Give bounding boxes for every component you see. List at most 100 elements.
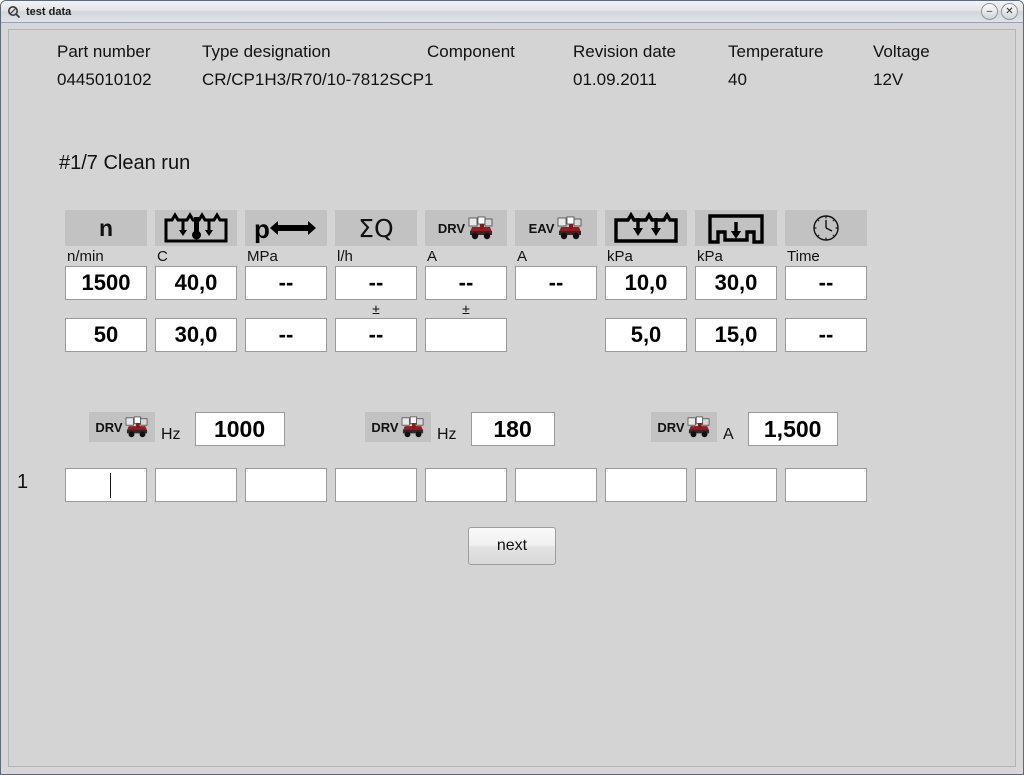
parameter-value-field[interactable]: 180 — [470, 412, 555, 446]
sum-flow-icon: ΣQ — [335, 210, 417, 246]
value-field[interactable]: 1500 — [65, 266, 147, 300]
value-field[interactable]: 30,0 — [155, 318, 237, 352]
value-field-empty — [515, 318, 597, 352]
setpoint-row-1: 1500 40,0 -- -- ± -- ± -- 10,0 30,0 -- — [65, 266, 875, 318]
value-field[interactable]: -- — [515, 266, 597, 300]
value-field[interactable]: -- — [785, 318, 867, 352]
value-field[interactable]: 5,0 — [605, 318, 687, 352]
rail-pressure-icon: p — [245, 210, 327, 246]
app-icon — [7, 5, 21, 19]
entry-row — [65, 468, 875, 502]
value-field[interactable] — [425, 318, 507, 352]
column-temperature: C — [155, 210, 237, 266]
parameter-drv-current: DRV A 1,500 — [651, 412, 838, 446]
tolerance-label — [515, 300, 597, 318]
drv-current-icon: DRV — [425, 210, 507, 246]
entry-input-6[interactable] — [515, 468, 597, 502]
column-header-row: n n/min C p MPa ΣQ l/h DRV A EAV A kPa k… — [65, 210, 875, 266]
parameter-unit-label: Hz — [437, 426, 457, 443]
column-unit-label: MPa — [247, 248, 278, 265]
tolerance-label — [605, 300, 687, 318]
tolerance-label — [245, 300, 327, 318]
inlet-pressure-icon — [605, 210, 687, 246]
column-unit-label: C — [157, 248, 168, 265]
value-field[interactable]: -- — [335, 318, 417, 352]
parameter-unit-label: Hz — [161, 426, 181, 443]
column-unit-label: kPa — [697, 248, 723, 265]
tolerance-label — [785, 300, 867, 318]
column-speed: n n/min — [65, 210, 147, 266]
value-field[interactable]: 50 — [65, 318, 147, 352]
meta-component: Component — [427, 42, 515, 61]
test-data-window: test data – ✕ Part number 0445010102 Typ… — [0, 0, 1024, 775]
column-unit-label: A — [517, 248, 528, 265]
value-field[interactable]: 10,0 — [605, 266, 687, 300]
column-unit-label: l/h — [337, 248, 353, 265]
client-area: Part number 0445010102 Type designation … — [8, 29, 1016, 767]
text-caret — [110, 473, 111, 498]
measurement-grid: n n/min C p MPa ΣQ l/h DRV A EAV A kPa k… — [65, 210, 875, 352]
close-button[interactable]: ✕ — [1001, 3, 1018, 20]
next-button[interactable]: next — [468, 527, 556, 565]
meta-revision-date: Revision date 01.09.2011 — [573, 42, 677, 89]
column-inlet-pressure: kPa — [605, 210, 687, 266]
tolerance-label: ± — [372, 301, 380, 317]
setpoint-row-2: 50 30,0 -- -- 5,0 15,0 -- — [65, 318, 875, 352]
column-unit-label: Time — [787, 248, 820, 265]
column-total-flow: ΣQ l/h — [335, 210, 417, 266]
parameter-value-field[interactable]: 1000 — [194, 412, 285, 446]
parameter-drv-frequency-1: DRV Hz 1000 — [89, 412, 285, 446]
return-pressure-icon — [695, 210, 777, 246]
value-field[interactable]: -- — [245, 266, 327, 300]
tolerance-label — [155, 300, 237, 318]
column-unit-label: A — [427, 248, 438, 265]
entry-input-3[interactable] — [245, 468, 327, 502]
entry-input-8[interactable] — [695, 468, 777, 502]
column-time: Time — [785, 210, 867, 266]
column-drv-current: DRV A — [425, 210, 507, 266]
window-title: test data — [26, 5, 72, 18]
column-rail-pressure: p MPa — [245, 210, 327, 266]
column-return-pressure: kPa — [695, 210, 777, 266]
tolerance-label — [695, 300, 777, 318]
value-field[interactable]: 30,0 — [695, 266, 777, 300]
eav-current-icon: EAV — [515, 210, 597, 246]
meta-voltage: Voltage 12V — [873, 42, 930, 89]
title-bar: test data – ✕ — [1, 1, 1023, 23]
entry-input-1[interactable] — [65, 468, 147, 502]
value-field[interactable]: 40,0 — [155, 266, 237, 300]
meta-part-number: Part number 0445010102 — [57, 42, 152, 89]
entry-input-4[interactable] — [335, 468, 417, 502]
run-title: #1/7 Clean run — [59, 152, 191, 174]
svg-text:p: p — [254, 214, 270, 243]
value-field[interactable]: 15,0 — [695, 318, 777, 352]
speed-n-icon: n — [65, 210, 147, 246]
entry-input-7[interactable] — [605, 468, 687, 502]
value-field[interactable]: -- — [335, 266, 417, 300]
metadata-header: Part number 0445010102 Type designation … — [57, 38, 983, 94]
parameter-unit-label: A — [723, 426, 734, 443]
minimize-button[interactable]: – — [981, 3, 998, 20]
value-field[interactable]: -- — [245, 318, 327, 352]
value-field[interactable]: -- — [425, 266, 507, 300]
time-clock-icon — [785, 210, 867, 246]
tolerance-label — [65, 300, 147, 318]
tolerance-label: ± — [462, 301, 470, 317]
window-buttons: – ✕ — [981, 3, 1018, 20]
entry-input-2[interactable] — [155, 468, 237, 502]
drv-current-icon: DRV — [651, 412, 717, 442]
column-unit-label: n/min — [67, 248, 104, 265]
entry-row-label: 1 — [17, 471, 29, 493]
parameter-drv-frequency-2: DRV Hz 180 — [365, 412, 555, 446]
temperature-icon — [155, 210, 237, 246]
drv-frequency-icon: DRV — [365, 412, 431, 442]
entry-input-5[interactable] — [425, 468, 507, 502]
value-field[interactable]: -- — [785, 266, 867, 300]
column-eav-current: EAV A — [515, 210, 597, 266]
parameter-value-field[interactable]: 1,500 — [747, 412, 838, 446]
meta-temperature: Temperature 40 — [728, 42, 824, 89]
column-unit-label: kPa — [607, 248, 633, 265]
entry-input-9[interactable] — [785, 468, 867, 502]
meta-type-designation: Type designation CR/CP1H3/R70/10-7812SCP… — [202, 42, 434, 89]
drv-frequency-icon: DRV — [89, 412, 155, 442]
